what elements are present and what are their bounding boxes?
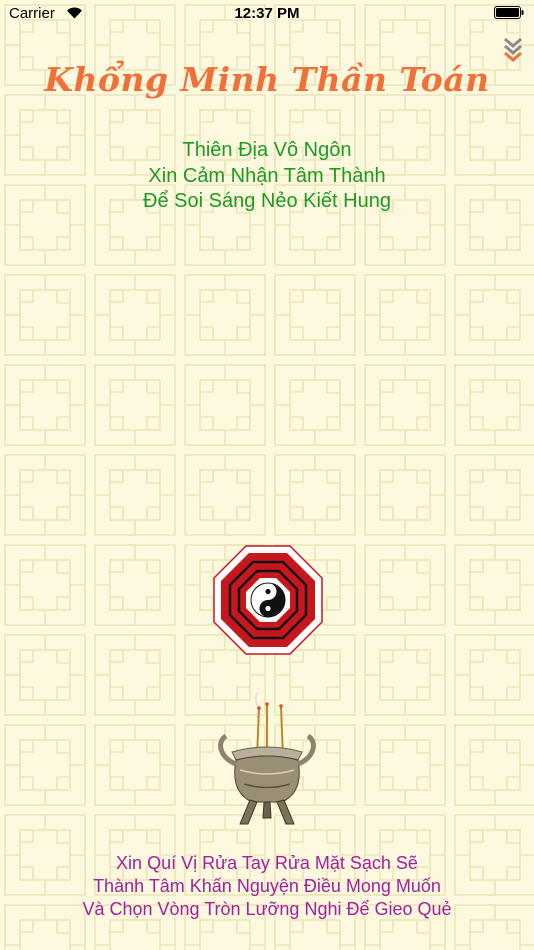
intro-line: Xin Cảm Nhận Tâm Thành — [148, 164, 386, 187]
intro-text: Thiên Địa Vô Ngôn Xin Cảm Nhận Tâm Thành… — [0, 138, 534, 215]
instruction-line: Thành Tâm Khấn Nguyện Điều Mong Muốn — [93, 876, 441, 896]
intro-line: Để Soi Sáng Nẻo Kiết Hung — [143, 190, 391, 212]
incense-burner-image — [218, 692, 316, 825]
battery-icon — [494, 6, 524, 19]
intro-line: Thiên Địa Vô Ngôn — [182, 139, 352, 161]
instruction-text: Xin Quí Vị Rửa Tay Rửa Mặt Sạch Sẽ Thành… — [0, 852, 534, 921]
app-title: Khổng Minh Thần Toán — [44, 60, 490, 99]
status-bar: Carrier 12:37 PM — [0, 0, 534, 28]
clock: 12:37 PM — [234, 5, 300, 22]
instruction-line: Và Chọn Vòng Tròn Lưỡng Nghi Để Gieo Quẻ — [82, 899, 452, 919]
double-chevron-down-icon[interactable] — [500, 36, 526, 62]
instruction-line: Xin Quí Vị Rửa Tay Rửa Mặt Sạch Sẽ — [116, 853, 418, 873]
bagua-yin-yang-button[interactable] — [213, 545, 323, 655]
